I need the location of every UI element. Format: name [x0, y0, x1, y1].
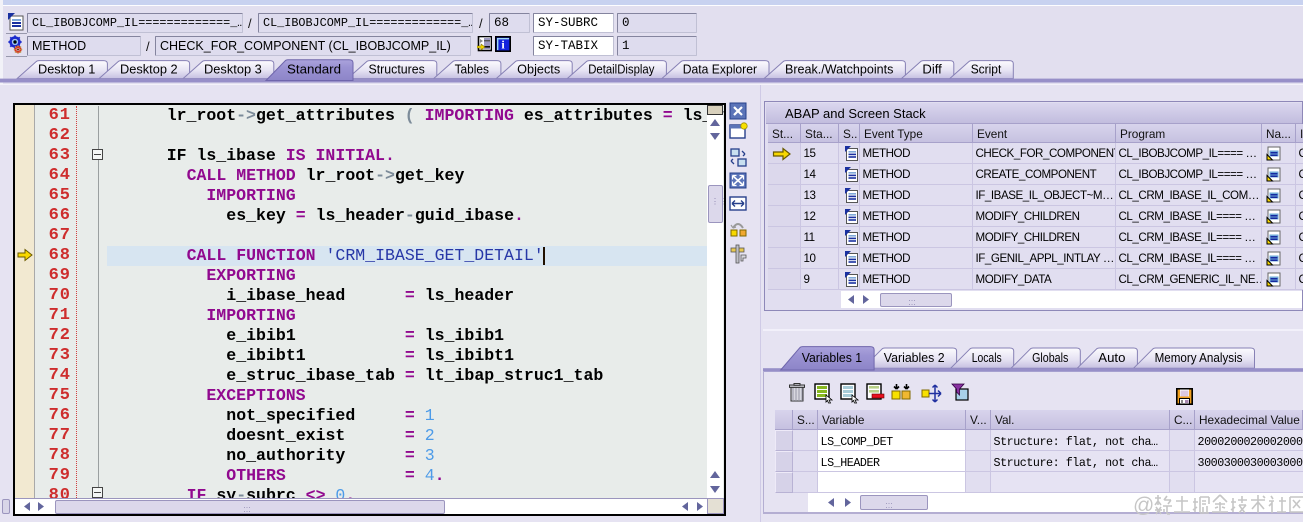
svg-text:Objects: Objects — [517, 62, 560, 76]
svg-text:Break./Watchpoints: Break./Watchpoints — [785, 62, 893, 76]
svg-text:Tables: Tables — [455, 62, 489, 76]
svg-text:@: @ — [1133, 494, 1154, 517]
svg-text:Data Explorer: Data Explorer — [683, 62, 757, 76]
svg-text:Desktop 3: Desktop 3 — [204, 62, 262, 76]
svg-text:Memory Analysis: Memory Analysis — [1155, 351, 1243, 365]
svg-text:Desktop 2: Desktop 2 — [120, 62, 178, 76]
svg-text:DetailDisplay: DetailDisplay — [588, 62, 655, 76]
svg-text:Diff: Diff — [922, 62, 942, 76]
svg-text:Globals: Globals — [1032, 351, 1068, 365]
svg-text:Variables 1: Variables 1 — [802, 351, 862, 365]
svg-text:Auto: Auto — [1098, 351, 1125, 365]
svg-text:Desktop 1: Desktop 1 — [38, 62, 95, 76]
svg-text:Locals: Locals — [972, 351, 1002, 365]
svg-text:Variables 2: Variables 2 — [884, 351, 945, 365]
svg-text:Structures: Structures — [369, 62, 425, 76]
svg-text:Script: Script — [971, 62, 1002, 76]
svg-text:Standard: Standard — [287, 62, 341, 76]
